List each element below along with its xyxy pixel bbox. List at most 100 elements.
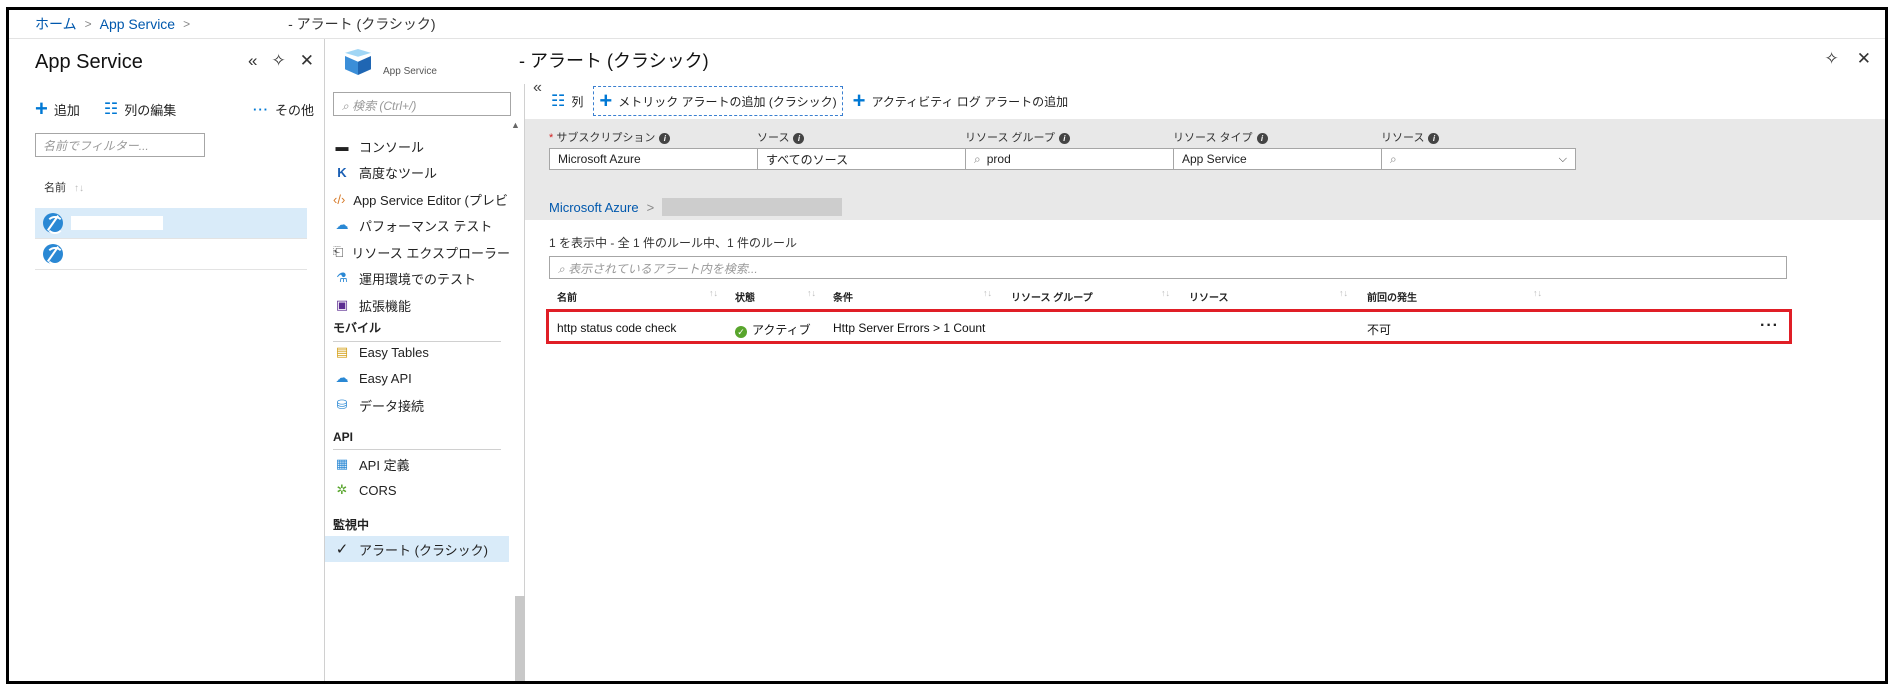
plus-icon: + xyxy=(599,88,613,113)
resource-select[interactable]: ⌕ ⌵ xyxy=(1381,148,1576,170)
sort-icon[interactable]: ↑↓ xyxy=(1161,288,1170,298)
more-icon: ··· xyxy=(252,101,269,117)
menu-item-easy-api[interactable]: ☁ Easy API xyxy=(325,365,509,391)
breadcrumb-current: - アラート (クラシック) xyxy=(288,16,436,32)
api-definition-icon: ▦ xyxy=(335,456,349,471)
menu-item-app-service-editor[interactable]: ‹/› App Service Editor (プレビ… xyxy=(325,186,509,212)
menu-item-resource-explorer[interactable]: ⎗ リソース エクスプローラー xyxy=(325,239,509,265)
column-header-resource-group[interactable]: リソース グループ xyxy=(1011,289,1093,304)
pin-icon[interactable]: ✧ xyxy=(272,51,286,71)
columns-icon: ☷ xyxy=(551,93,566,110)
menu-search-input[interactable]: ⌕ 検索 (Ctrl+/) xyxy=(333,92,511,116)
resource-blade: App Service - アラート (クラシック) ✧ ✕ ⌕ 検索 (Ctr… xyxy=(325,39,1885,681)
blade-toolbar: + 追加 ☷ 列の編集 ··· その他 xyxy=(35,96,314,121)
sort-icon[interactable]: ↑↓ xyxy=(1533,288,1542,298)
column-header-status[interactable]: 状態 xyxy=(735,289,755,304)
source-filter: ソースi すべてのソース⌵ xyxy=(757,129,991,170)
breadcrumb-home[interactable]: ホーム xyxy=(35,14,77,34)
menu-item-extensions[interactable]: ▣ 拡張機能 xyxy=(325,292,509,318)
plus-icon: + xyxy=(35,96,48,121)
resource-type-select[interactable]: App Service⌵ xyxy=(1173,148,1407,170)
column-header-resource[interactable]: リソース xyxy=(1189,289,1229,304)
column-header-name[interactable]: 名前 xyxy=(557,289,577,304)
edit-columns-button[interactable]: ☷ 列の編集 xyxy=(104,99,176,119)
columns-button[interactable]: ☷ 列 xyxy=(543,84,591,118)
scroll-up-icon[interactable]: ▲ xyxy=(511,120,520,130)
masked-app-name xyxy=(71,216,163,230)
pin-icon[interactable]: ✧ xyxy=(1825,49,1839,69)
menu-item-api-definition[interactable]: ▦ API 定義 xyxy=(325,451,509,477)
menu-item-label: リソース エクスプローラー xyxy=(351,245,509,261)
breadcrumb-app-service[interactable]: App Service xyxy=(100,16,175,32)
source-value: すべてのソース xyxy=(766,152,849,167)
column-header-name[interactable]: 名前 ↑↓ xyxy=(44,179,84,195)
sort-icon[interactable]: ↑↓ xyxy=(709,288,718,298)
menu-scrollbar-thumb[interactable] xyxy=(515,596,525,681)
menu-item-alerts-classic[interactable]: ✓ アラート (クラシック) xyxy=(325,536,509,562)
filter-by-name-input[interactable]: 名前でフィルター... xyxy=(35,133,205,157)
list-item[interactable] xyxy=(35,208,307,239)
menu-item-console[interactable]: ▬ コンソール xyxy=(325,133,509,159)
edit-columns-label: 列の編集 xyxy=(124,102,177,118)
close-icon[interactable]: ✕ xyxy=(1857,49,1871,69)
kudu-icon: K xyxy=(337,164,347,180)
add-button[interactable]: + 追加 xyxy=(35,96,80,121)
resource-type-value: App Service xyxy=(1182,152,1247,166)
list-item[interactable] xyxy=(35,239,307,270)
checkmark-icon: ✓ xyxy=(335,541,349,558)
sort-icon[interactable]: ↑↓ xyxy=(807,288,816,298)
breadcrumb: ホーム > App Service > - アラート (クラシック) xyxy=(9,10,1885,39)
chevron-right-icon: > xyxy=(646,199,655,215)
app-service-cube-icon xyxy=(345,49,371,75)
resource-blade-header: App Service - アラート (クラシック) ✧ ✕ xyxy=(325,39,1885,84)
menu-item-advanced-tools[interactable]: K 高度なツール xyxy=(325,159,509,185)
add-activity-log-alert-button[interactable]: + アクティビティ ログ アラートの追加 xyxy=(845,84,1077,118)
add-activity-alert-label: アクティビティ ログ アラートの追加 xyxy=(871,94,1069,109)
more-label: その他 xyxy=(274,102,314,118)
info-icon: i xyxy=(1058,133,1070,144)
column-header-label: 名前 xyxy=(44,182,66,194)
close-icon[interactable]: ✕ xyxy=(300,51,314,71)
alert-search-input[interactable]: ⌕ 表示されているアラート内を検索... xyxy=(549,256,1787,279)
alert-status-label: アクティブ xyxy=(752,323,811,337)
alert-status: ✓ アクティブ xyxy=(735,321,811,338)
menu-item-cors[interactable]: ✲ CORS xyxy=(325,477,509,503)
console-icon: ▬ xyxy=(335,138,349,154)
filter-breadcrumb: Microsoft Azure > xyxy=(549,198,843,216)
resource-group-select[interactable]: ⌕prod⌵ xyxy=(965,148,1199,170)
info-icon: i xyxy=(793,133,805,144)
sort-icon[interactable]: ↑↓ xyxy=(983,288,992,298)
column-header-condition[interactable]: 条件 xyxy=(833,289,853,304)
column-header-last-fired[interactable]: 前回の発生 xyxy=(1367,289,1417,304)
table-icon: ▤ xyxy=(335,344,349,359)
filter-breadcrumb-subscription[interactable]: Microsoft Azure xyxy=(549,200,639,215)
source-select[interactable]: すべてのソース⌵ xyxy=(757,148,991,170)
menu-item-testing-in-production[interactable]: ⚗ 運用環境でのテスト xyxy=(325,265,509,291)
menu-item-label: 拡張機能 xyxy=(359,298,412,314)
menu-item-data-connections[interactable]: ⛁ データ接続 xyxy=(325,392,509,418)
check-circle-icon: ✓ xyxy=(735,326,747,338)
add-metric-alert-button[interactable]: + メトリック アラートの追加 (クラシック) xyxy=(591,84,844,118)
filter-bar: * サブスクリプションi Microsoft Azure⌵ ソースi すべてのソ… xyxy=(525,119,1885,220)
subscription-value: Microsoft Azure xyxy=(558,152,641,166)
blade-controls: ✧ ✕ xyxy=(1825,49,1872,69)
subscription-select[interactable]: Microsoft Azure⌵ xyxy=(549,148,783,170)
sort-icon[interactable]: ↑↓ xyxy=(1339,288,1348,298)
alerts-toolbar: ☷ 列 + メトリック アラートの追加 (クラシック) + アクティビティ ログ… xyxy=(525,84,1885,118)
alert-name[interactable]: http status code check xyxy=(557,321,676,335)
collapse-icon[interactable]: « xyxy=(248,51,257,71)
menu-item-easy-tables[interactable]: ▤ Easy Tables xyxy=(325,339,509,365)
menu-item-performance-test[interactable]: ☁ パフォーマンス テスト xyxy=(325,212,509,238)
resource-blade-title: - アラート (クラシック) xyxy=(519,51,709,71)
menu-item-label: API 定義 xyxy=(359,457,410,473)
menu-item-label: Easy API xyxy=(359,370,412,386)
more-options-icon[interactable]: ··· xyxy=(1760,317,1779,335)
menu-item-label: アラート (クラシック) xyxy=(359,542,489,558)
resource-type-subtitle: App Service xyxy=(383,66,437,77)
extensions-icon: ▣ xyxy=(335,297,349,312)
menu-search-placeholder: 検索 (Ctrl+/) xyxy=(352,99,417,113)
more-button[interactable]: ··· その他 xyxy=(253,100,314,119)
masked-breadcrumb-item xyxy=(662,198,843,216)
table-row[interactable]: http status code check ✓ アクティブ Http Serve… xyxy=(546,309,1792,344)
menu-item-label: 高度なツール xyxy=(359,165,438,181)
